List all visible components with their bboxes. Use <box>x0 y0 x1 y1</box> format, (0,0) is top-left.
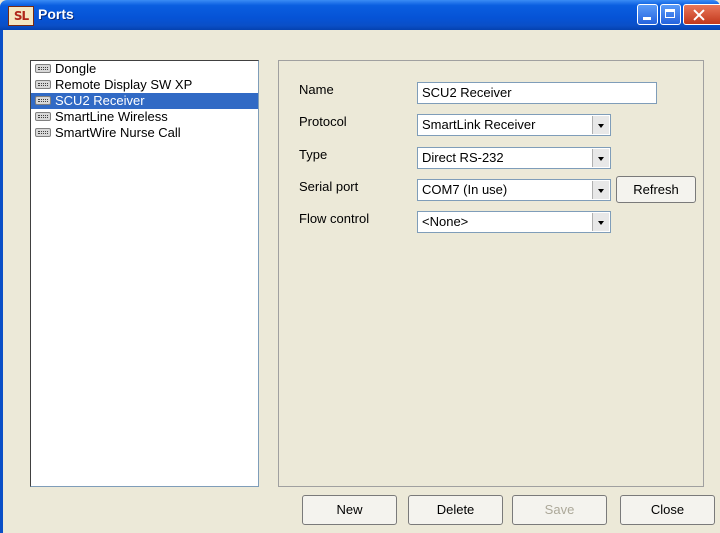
serial-port-icon <box>35 128 51 138</box>
chevron-down-icon[interactable] <box>592 149 609 167</box>
app-logo-icon: SL <box>8 6 34 26</box>
serial-port-icon <box>35 80 51 90</box>
serial-port-select[interactable]: COM7 (In use) <box>417 179 611 201</box>
list-item-dongle[interactable]: Dongle <box>31 61 258 77</box>
serial-port-icon <box>35 96 51 106</box>
chevron-down-icon[interactable] <box>592 116 609 134</box>
port-properties-panel: Name SCU2 Receiver Protocol SmartLink Re… <box>278 60 704 487</box>
close-button[interactable]: Close <box>620 495 715 525</box>
maximize-icon[interactable] <box>660 4 681 25</box>
list-item-label: Dongle <box>55 61 97 76</box>
list-item-label: Remote Display SW XP <box>55 77 193 92</box>
ports-list[interactable]: Dongle Remote Display SW XP SCU2 Receive… <box>30 60 259 487</box>
save-button[interactable]: Save <box>512 495 607 525</box>
serial-port-icon <box>35 112 51 122</box>
title-bar[interactable]: SL Ports <box>0 0 720 30</box>
chevron-down-icon[interactable] <box>592 213 609 231</box>
name-label: Name <box>299 82 334 97</box>
new-button[interactable]: New <box>302 495 397 525</box>
window-frame <box>0 30 3 533</box>
list-item-label: SCU2 Receiver <box>55 93 145 108</box>
flow-control-select[interactable]: <None> <box>417 211 611 233</box>
serial-port-value: COM7 (In use) <box>422 182 508 197</box>
serial-port-label: Serial port <box>299 179 359 194</box>
protocol-value: SmartLink Receiver <box>422 117 536 132</box>
protocol-select[interactable]: SmartLink Receiver <box>417 114 611 136</box>
list-item-smartline-wireless[interactable]: SmartLine Wireless <box>31 109 258 125</box>
name-input[interactable]: SCU2 Receiver <box>417 82 657 104</box>
type-select[interactable]: Direct RS-232 <box>417 147 611 169</box>
list-item-smartwire-nurse-call[interactable]: SmartWire Nurse Call <box>31 125 258 141</box>
chevron-down-icon[interactable] <box>592 181 609 199</box>
list-item-label: SmartWire Nurse Call <box>55 125 181 140</box>
delete-button[interactable]: Delete <box>408 495 503 525</box>
type-label: Type <box>299 147 328 162</box>
type-value: Direct RS-232 <box>422 150 504 165</box>
flow-control-value: <None> <box>422 214 469 229</box>
minimize-icon[interactable] <box>637 4 658 25</box>
close-icon[interactable] <box>683 4 720 25</box>
list-item-remote-display[interactable]: Remote Display SW XP <box>31 77 258 93</box>
flow-control-label: Flow control <box>299 211 370 226</box>
serial-port-icon <box>35 64 51 74</box>
refresh-button[interactable]: Refresh <box>616 176 696 203</box>
protocol-label: Protocol <box>299 114 347 129</box>
window-title: Ports <box>38 6 74 22</box>
list-item-label: SmartLine Wireless <box>55 109 168 124</box>
list-item-scu2-receiver[interactable]: SCU2 Receiver <box>31 93 258 109</box>
